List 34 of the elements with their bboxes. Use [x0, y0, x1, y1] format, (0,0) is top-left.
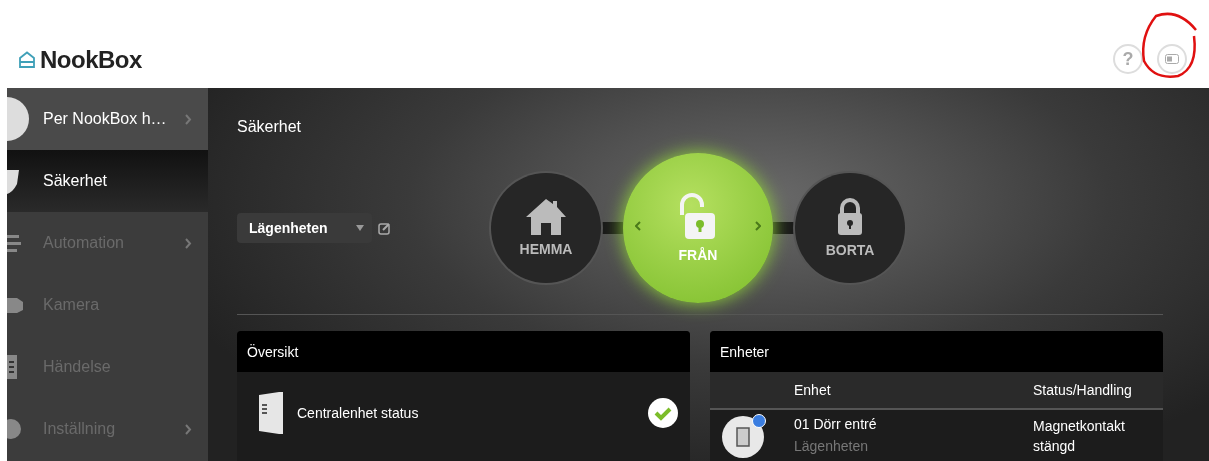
chevron-right-icon[interactable]	[755, 221, 761, 231]
logo[interactable]: NookBox	[18, 46, 142, 74]
padlock-icon	[836, 198, 864, 236]
id-card-icon	[1165, 54, 1179, 64]
house-icon	[526, 199, 566, 235]
house-outline-icon	[18, 51, 36, 69]
account-card-button[interactable]	[1157, 44, 1187, 74]
area-dropdown[interactable]: Lägenheten	[237, 213, 372, 243]
unlocked-padlock-icon	[679, 193, 717, 241]
column-header: Enhet	[794, 382, 832, 398]
hub-device-icon	[259, 392, 283, 434]
device-name: 01 Dörr entré	[794, 416, 878, 432]
sliders-icon	[7, 233, 21, 253]
mode-button[interactable]: HEMMA	[491, 173, 601, 283]
edit-icon[interactable]	[378, 221, 391, 235]
page-title: Säkerhet	[237, 118, 303, 136]
panel-title: Översikt	[237, 331, 690, 372]
chevron-left-icon[interactable]	[635, 221, 641, 231]
profile-menu-item[interactable]: Per NookBox h…	[7, 88, 208, 150]
mode-button[interactable]: BORTA	[795, 173, 905, 283]
chevron-right-icon	[185, 237, 192, 249]
list-icon	[7, 355, 19, 379]
caret-icon	[356, 225, 364, 231]
sidebar-item[interactable]: Säkerhet	[7, 150, 208, 212]
device-status: Magnetkontakt stängd	[1033, 417, 1126, 456]
device-location: Lägenheten	[794, 438, 869, 454]
status-label: Centralenhet status	[297, 405, 420, 421]
panel-title: Enheter	[710, 331, 1163, 372]
column-header: Status/Handling	[1033, 382, 1133, 398]
sidebar-label: Säkerhet	[43, 172, 109, 190]
door-icon	[736, 427, 750, 447]
sidebar-label: Per NookBox h…	[43, 110, 168, 128]
chevron-right-icon	[185, 113, 192, 125]
chevron-right-icon	[185, 423, 192, 435]
